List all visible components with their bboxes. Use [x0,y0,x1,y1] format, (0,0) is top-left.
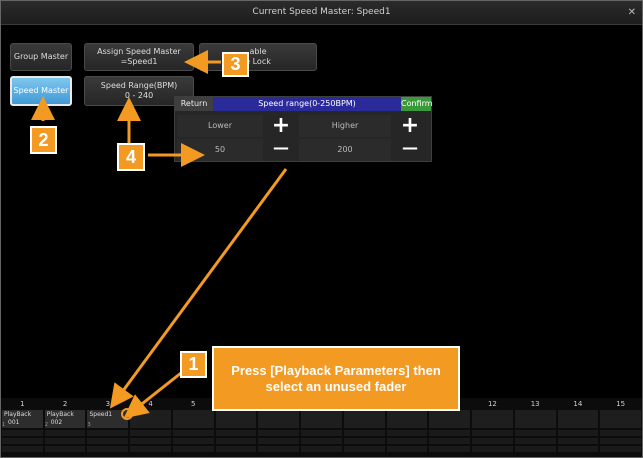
fader-highlight-ring [121,408,133,420]
step-badge-3: 3 [222,52,249,77]
callout-text: Press [Playback Parameters] then select … [231,362,441,394]
step-badge-1: 1 [180,351,207,378]
step-badge-4: 4 [117,143,145,171]
step-badge-2: 2 [30,126,57,154]
arrow-badge1-to-fader [123,371,182,419]
app-window: Current Speed Master: Speed1 ✕ Group Mas… [0,0,643,458]
instruction-callout: Press [Playback Parameters] then select … [212,346,460,411]
